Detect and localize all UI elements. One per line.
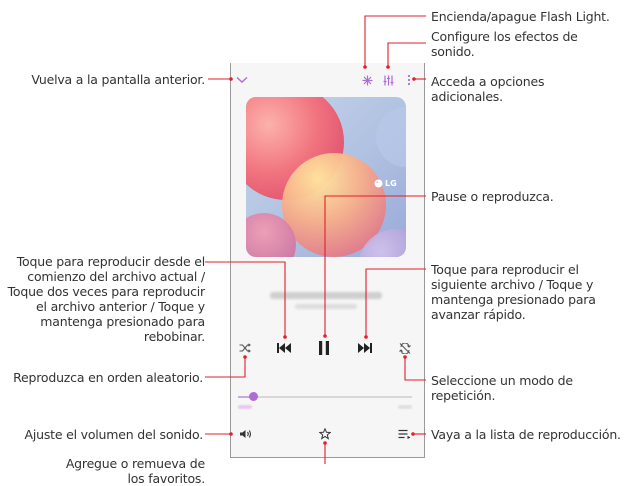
- annotation-repeat: Seleccione un modo de repetición.: [431, 373, 573, 403]
- annotation-more-options: Acceda a opciones adicionales.: [431, 74, 545, 104]
- annotation-previous: Toque para reproducir desde el comienzo …: [7, 254, 206, 344]
- annotation-shuffle: Reproduzca en orden aleatorio.: [13, 370, 203, 385]
- annotation-pause-play: Pause o reproduzca.: [431, 189, 554, 204]
- annotation-sound-effects: Configure los efectos de sonido.: [431, 29, 578, 59]
- annotation-volume: Ajuste el volumen del sonido.: [24, 427, 203, 442]
- annotation-back: Vuelva a la pantalla anterior.: [31, 72, 205, 87]
- annotation-favorites: Agregue o remueva de los favoritos.: [65, 456, 205, 486]
- annotation-next: Toque para reproducir el siguiente archi…: [431, 262, 596, 322]
- annotation-playlist: Vaya a la lista de reproducción.: [431, 427, 621, 442]
- annotation-flash: Encienda/apague Flash Light.: [431, 9, 610, 24]
